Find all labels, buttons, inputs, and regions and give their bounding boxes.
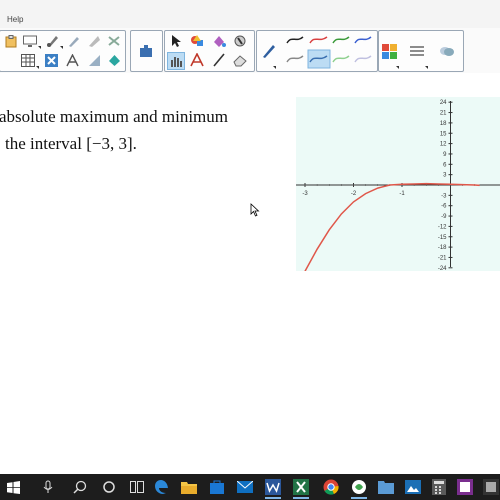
y-tick-label: 18 [440,121,447,127]
smart-notebook-icon[interactable] [350,478,368,499]
app-icon[interactable] [482,478,500,496]
task-view-icon[interactable] [128,478,146,496]
table-icon[interactable] [20,52,36,68]
cortana-icon[interactable] [100,478,118,496]
pen-tool-icon[interactable] [45,33,61,49]
mail-icon[interactable] [236,478,254,496]
line-style-icon[interactable] [283,31,375,71]
search-icon[interactable] [71,478,89,496]
shapes-icon[interactable] [189,33,205,49]
delete-icon[interactable] [43,52,59,68]
function-graph: -3 -2 -1 24 21 18 15 12 9 6 3 -3 -6 -9 -12 -15 -18 -21 -24 [296,100,500,272]
mouse-cursor [250,203,260,217]
question-line-1: absolute maximum and minimum [0,107,229,126]
toolbar-group-pens [256,30,378,72]
x-tick-label: -3 [302,191,308,197]
x-tick-label: -1 [399,191,405,197]
y-tick-label: -18 [438,245,447,251]
toolbar-group-properties [378,30,464,72]
text-tool-icon[interactable] [189,52,205,68]
y-tick-label: 21 [440,111,447,117]
highlighter-icon[interactable] [66,33,82,49]
y-tick-label: -6 [441,204,447,210]
eraser-icon[interactable] [232,52,248,68]
function-curve [304,182,480,272]
shape-fill-icon[interactable] [86,52,102,68]
y-tick-label: -3 [441,193,447,199]
menu-bar: Help [0,0,500,28]
edge-icon[interactable] [153,478,171,496]
fill-bucket-icon[interactable] [211,33,227,49]
multitouch-icon[interactable] [167,52,185,70]
y-tick-label: 9 [443,152,447,158]
line-style-list-icon[interactable] [409,43,425,59]
excel-icon[interactable] [292,478,310,499]
y-tick-label: 15 [440,131,447,137]
text-icon[interactable] [64,52,80,68]
y-tick-label: 3 [443,173,447,179]
y-tick-label: -15 [438,235,447,241]
windows-start-icon[interactable] [4,478,22,496]
toolbar-group-addons [130,30,163,72]
folder-icon[interactable] [377,478,395,496]
y-tick-label: 24 [440,100,447,106]
toolbar-group-edit [0,30,126,72]
fill-icon[interactable] [106,52,122,68]
line-icon[interactable] [211,52,227,68]
toolbar [0,28,500,74]
properties-icon[interactable] [381,43,397,59]
menu-help[interactable]: Help [7,15,23,24]
calculator-icon[interactable] [430,478,448,496]
pen-icon[interactable] [261,43,277,59]
chrome-icon[interactable] [322,478,340,496]
toolbar-group-tools [164,30,255,72]
magic-pen-icon[interactable] [232,33,248,49]
y-tick-label: -12 [438,224,447,230]
question-line-2: the interval [−3, 3]. [5,134,137,153]
y-tick-label: -9 [441,214,447,220]
color-eraser-icon[interactable] [106,33,122,49]
screen-icon[interactable] [22,33,38,49]
word-icon[interactable] [264,478,282,499]
microphone-icon[interactable] [39,478,57,496]
more-icon[interactable] [439,43,455,59]
select-icon[interactable] [168,33,184,49]
y-tick-label: 6 [443,162,447,168]
store-icon[interactable] [208,478,226,496]
file-explorer-icon[interactable] [180,478,198,496]
shape-icon[interactable] [86,33,102,49]
y-tick-label: 12 [440,142,447,148]
y-tick-label: -24 [438,266,447,271]
taskbar [0,474,500,500]
y-tick-label: -21 [438,255,447,261]
graph: -3 -2 -1 24 21 18 15 12 9 6 3 -3 -6 -9 -12 -15 -18 -21 -24 [296,97,500,272]
x-tick-label: -2 [351,191,357,197]
puzzle-icon[interactable] [138,43,154,59]
photos-icon[interactable] [404,478,422,496]
notebook-icon[interactable] [456,478,474,496]
clipboard-icon[interactable] [3,33,19,49]
